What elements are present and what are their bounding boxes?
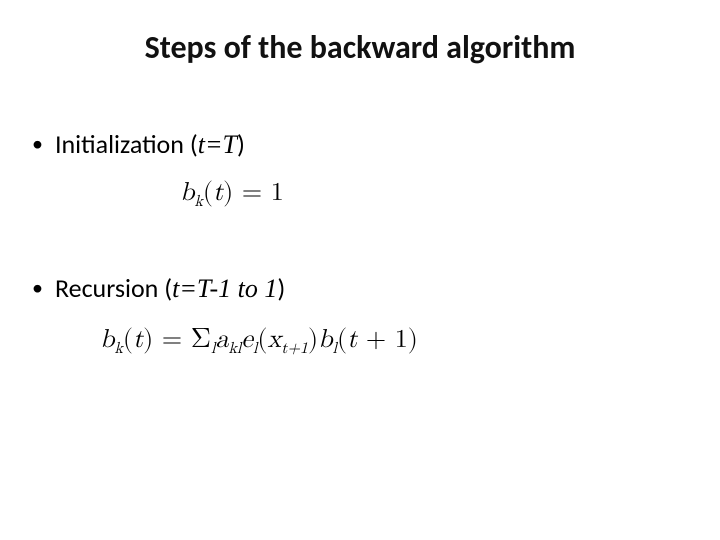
bullet-label: Recursion xyxy=(55,272,158,304)
eq-sign: = xyxy=(233,180,271,206)
paren-close: ) xyxy=(237,128,245,160)
plus-one: + 1 xyxy=(357,327,408,353)
bullet-initialization: • Initialization (t=T) xyxy=(32,128,245,160)
sub-k: k xyxy=(114,341,122,357)
paren-open: ( xyxy=(123,327,133,353)
formula-initialization: bk(t) = 1 xyxy=(180,178,284,212)
sym-t: t xyxy=(213,180,223,206)
eq-sign: = xyxy=(205,130,223,159)
paren-close: ) xyxy=(277,272,285,304)
paren-open: ( xyxy=(257,327,267,353)
sym-x: x xyxy=(268,327,282,353)
eq-sign: = xyxy=(179,274,197,303)
sym-a: a xyxy=(215,327,228,353)
var-t: t xyxy=(198,130,205,159)
sigma-icon: Σ xyxy=(191,325,211,353)
bullet-dot-icon: • xyxy=(32,130,43,157)
paren-open: ( xyxy=(190,128,198,160)
slide-title: Steps of the backward algorithm xyxy=(0,28,720,67)
sym-b: b xyxy=(180,180,194,206)
paren-open: ( xyxy=(203,180,213,206)
eq-sign: = xyxy=(153,327,191,353)
minus-one: -1 xyxy=(209,274,231,303)
paren-close: ) xyxy=(223,180,233,206)
sub-k: k xyxy=(194,194,202,210)
sym-b: b xyxy=(100,327,114,353)
sym-e: e xyxy=(241,327,253,353)
paren-close: ) xyxy=(143,327,153,353)
bullet-paren: (t=T) xyxy=(190,128,245,160)
sym-b: b xyxy=(318,327,332,353)
bullet-recursion: • Recursion (t=T-1 to 1) xyxy=(32,272,285,304)
bullet-dot-icon: • xyxy=(32,274,43,301)
sym-t: t xyxy=(133,327,143,353)
var-T: T xyxy=(223,130,237,159)
var-T: T xyxy=(197,274,210,303)
paren-open: ( xyxy=(337,327,347,353)
sub-t-plus-1: t+1 xyxy=(281,341,308,357)
sub-kl: kl xyxy=(228,341,241,357)
formula-recursion: bk(t) = Σlaklel(xt+1)bl(t + 1) xyxy=(100,322,418,359)
slide: Steps of the backward algorithm • Initial… xyxy=(0,0,720,540)
bullet-paren: (t=T-1 to 1) xyxy=(164,272,285,304)
paren-close: ) xyxy=(308,327,318,353)
num-one: 1 xyxy=(264,274,277,303)
paren-close: ) xyxy=(408,327,418,353)
paren-open: ( xyxy=(164,272,172,304)
num-one: 1 xyxy=(271,180,284,206)
sym-t: t xyxy=(347,327,357,353)
word-to: to xyxy=(231,274,264,303)
bullet-label: Initialization xyxy=(55,128,184,160)
